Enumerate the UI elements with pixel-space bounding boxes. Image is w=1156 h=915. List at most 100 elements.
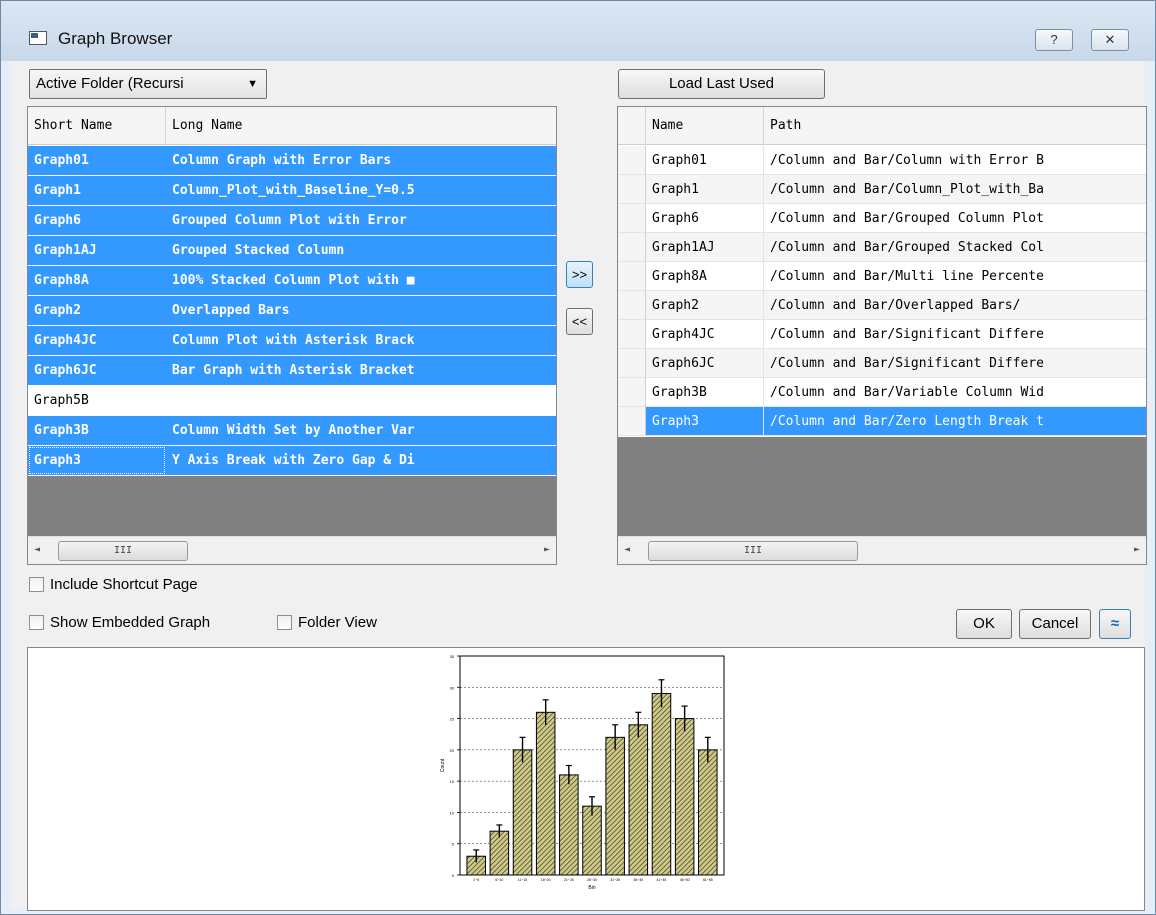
long-name-cell: Column Plot with Asterisk Brack <box>172 333 415 348</box>
table-row[interactable]: Graph6JC/Column and Bar/Significant Diff… <box>618 349 1146 378</box>
checkbox-box[interactable] <box>29 577 44 592</box>
scroll-thumb[interactable]: III <box>58 541 188 561</box>
table-row[interactable]: Graph8A/Column and Bar/Multi line Percen… <box>618 262 1146 291</box>
x-tick-label: 11~15 <box>518 878 528 882</box>
empty-table-area <box>618 437 1146 536</box>
table-row[interactable]: Graph8A 100% Stacked Column Plot with ■ <box>28 266 556 295</box>
graph-path-cell: /Column and Bar/Multi line Percente <box>770 269 1044 284</box>
scroll-left-icon[interactable]: ◄ <box>624 544 630 555</box>
graph-name-cell: Graph4JC <box>646 320 764 349</box>
y-tick-label: 15 <box>450 779 455 784</box>
graph-path-cell: /Column and Bar/Grouped Stacked Col <box>770 240 1044 255</box>
short-name-cell: Graph8A <box>34 273 89 288</box>
graph-path-cell: /Column and Bar/Grouped Column Plot <box>770 211 1044 226</box>
row-header[interactable] <box>618 320 646 349</box>
close-button[interactable]: ✕ <box>1091 29 1129 51</box>
include-shortcut-checkbox[interactable]: Include Shortcut Page <box>29 576 198 593</box>
table-row[interactable]: Graph2/Column and Bar/Overlapped Bars/ <box>618 291 1146 320</box>
left-horizontal-scrollbar[interactable]: ◄ III ► <box>28 536 556 564</box>
table-row[interactable]: Graph1AJ Grouped Stacked Column <box>28 236 556 265</box>
column-header-long-name[interactable]: Long Name <box>166 107 556 145</box>
row-header[interactable] <box>618 378 646 407</box>
graph-path-cell: /Column and Bar/Column_Plot_with_Ba <box>770 182 1044 197</box>
x-tick-label: 36~40 <box>633 878 643 882</box>
folder-view-checkbox[interactable]: Folder View <box>277 614 377 631</box>
bar <box>605 736 625 876</box>
table-row[interactable]: Graph4JC/Column and Bar/Significant Diff… <box>618 320 1146 349</box>
table-row[interactable]: Graph3B/Column and Bar/Variable Column W… <box>618 378 1146 407</box>
column-header-short-name[interactable]: Short Name <box>28 107 166 145</box>
table-row[interactable]: Graph3 Y Axis Break with Zero Gap & Di <box>28 446 556 475</box>
x-tick-label: 51~55 <box>703 878 713 882</box>
collapse-preview-button[interactable]: ≈ <box>1099 609 1131 639</box>
cancel-button[interactable]: Cancel <box>1019 609 1091 639</box>
remove-from-list-button[interactable]: << <box>566 308 593 335</box>
scroll-right-icon[interactable]: ► <box>1134 544 1140 555</box>
available-graphs-table: Short Name Long Name Graph01 Column Graph… <box>27 106 557 565</box>
right-horizontal-scrollbar[interactable]: ◄ III ► <box>618 536 1146 564</box>
load-last-used-button[interactable]: Load Last Used <box>618 69 825 99</box>
x-tick-label: 41~45 <box>657 878 667 882</box>
scroll-left-icon[interactable]: ◄ <box>34 544 40 555</box>
graph-name-cell: Graph3 <box>646 407 764 436</box>
long-name-cell <box>166 386 556 415</box>
table-row[interactable]: Graph6/Column and Bar/Grouped Column Plo… <box>618 204 1146 233</box>
row-header[interactable] <box>618 407 646 436</box>
table-row[interactable]: Graph4JC Column Plot with Asterisk Brack <box>28 326 556 355</box>
row-header[interactable] <box>618 291 646 320</box>
row-header[interactable] <box>618 175 646 204</box>
row-header-corner <box>618 107 646 145</box>
table-row[interactable]: Graph6 Grouped Column Plot with Error <box>28 206 556 235</box>
short-name-cell: Graph01 <box>34 153 89 168</box>
table-row[interactable]: Graph1AJ/Column and Bar/Grouped Stacked … <box>618 233 1146 262</box>
column-header-name[interactable]: Name <box>646 107 764 145</box>
scroll-thumb[interactable]: III <box>648 541 858 561</box>
scroll-right-icon[interactable]: ► <box>544 544 550 555</box>
short-name-cell: Graph1AJ <box>34 243 97 258</box>
short-name-cell: Graph4JC <box>34 333 97 348</box>
row-header[interactable] <box>618 233 646 262</box>
graph-name-cell: Graph3B <box>646 378 764 407</box>
help-button[interactable]: ? <box>1035 29 1073 51</box>
checkbox-box[interactable] <box>277 615 292 630</box>
graph-window-icon <box>29 31 47 45</box>
folder-scope-value: Active Folder (Recursi <box>36 75 184 92</box>
short-name-cell: Graph6JC <box>34 363 97 378</box>
chevron-down-icon: ▼ <box>247 78 258 90</box>
checkbox-box[interactable] <box>29 615 44 630</box>
bar <box>535 711 556 876</box>
folder-scope-dropdown[interactable]: Active Folder (Recursi ▼ <box>29 69 267 99</box>
long-name-cell: Y Axis Break with Zero Gap & Di <box>172 453 415 468</box>
long-name-cell: Grouped Stacked Column <box>172 243 345 258</box>
table-row[interactable]: Graph3/Column and Bar/Zero Length Break … <box>618 407 1146 436</box>
table-row[interactable]: Graph3B Column Width Set by Another Var <box>28 416 556 445</box>
long-name-cell: Overlapped Bars <box>172 303 290 318</box>
table-row[interactable]: Graph1/Column and Bar/Column_Plot_with_B… <box>618 175 1146 204</box>
graph-name-cell: Graph01 <box>646 146 764 175</box>
short-name-cell: Graph3 <box>28 446 166 475</box>
row-header[interactable] <box>618 349 646 378</box>
row-header[interactable] <box>618 146 646 175</box>
x-tick-label: 16~20 <box>541 878 551 882</box>
table-row[interactable]: Graph01 Column Graph with Error Bars <box>28 146 556 175</box>
table-row[interactable]: Graph5B <box>28 386 556 415</box>
table-row[interactable]: Graph1 Column_Plot_with_Baseline_Y=0.5 <box>28 176 556 205</box>
table-row[interactable]: Graph2 Overlapped Bars <box>28 296 556 325</box>
ok-button[interactable]: OK <box>956 609 1012 639</box>
show-embedded-checkbox[interactable]: Show Embedded Graph <box>29 614 210 631</box>
short-name-cell: Graph6 <box>34 213 81 228</box>
long-name-cell: Bar Graph with Asterisk Bracket <box>172 363 415 378</box>
short-name-cell: Graph5B <box>34 393 89 408</box>
folder-view-label: Folder View <box>298 614 377 631</box>
column-header-path[interactable]: Path <box>764 107 1146 145</box>
add-to-list-button[interactable]: >> <box>566 261 593 288</box>
y-tick-label: 25 <box>450 717 455 722</box>
table-row[interactable]: Graph01/Column and Bar/Column with Error… <box>618 146 1146 175</box>
bar <box>674 718 695 876</box>
short-name-cell: Graph3B <box>34 423 89 438</box>
graph-name-cell: Graph1 <box>646 175 764 204</box>
row-header[interactable] <box>618 204 646 233</box>
graph-path-cell: /Column and Bar/Overlapped Bars/ <box>770 298 1021 313</box>
row-header[interactable] <box>618 262 646 291</box>
table-row[interactable]: Graph6JC Bar Graph with Asterisk Bracket <box>28 356 556 385</box>
